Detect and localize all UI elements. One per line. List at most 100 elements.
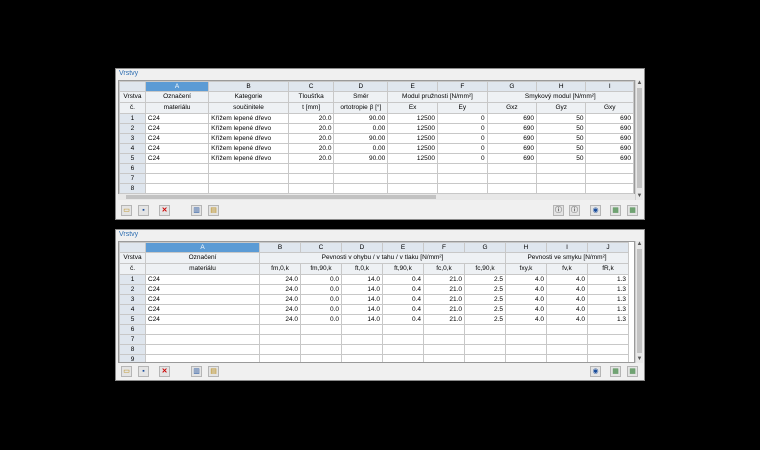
table-cell[interactable] — [536, 173, 587, 184]
table-cell[interactable]: 4.0 — [505, 274, 547, 285]
table-cell[interactable]: 4.0 — [505, 314, 547, 325]
table-row[interactable]: 2 C24 Křížem lepené dřevo 20.0 0.00 12500 0 690… — [119, 123, 634, 134]
table-row[interactable]: 1 C24 24.0 0.0 14.0 0.4 21.0 2.5 4.0 4.0 1.3 — [119, 274, 629, 285]
table-cell[interactable]: 0.4 — [382, 274, 424, 285]
table-cell[interactable] — [208, 173, 289, 184]
excel-export-icon[interactable]: ▦ — [610, 366, 621, 377]
table-cell[interactable] — [436, 163, 488, 174]
table-cell[interactable] — [464, 334, 506, 345]
scroll-up-icon[interactable]: ▲ — [636, 80, 643, 87]
library-icon[interactable]: ▥ — [191, 366, 202, 377]
table-cell[interactable] — [259, 354, 301, 362]
table-cell[interactable]: 690 — [486, 113, 538, 124]
table-cell[interactable] — [423, 334, 465, 345]
table-cell[interactable]: 12500 — [387, 153, 438, 164]
table-cell[interactable]: 24.0 — [259, 284, 301, 295]
col-letter[interactable]: C — [287, 81, 335, 92]
table-cell[interactable]: 50 — [536, 143, 587, 154]
table-row[interactable]: 6 — [119, 324, 629, 335]
table-cell[interactable]: 24.0 — [259, 294, 301, 305]
table-cell[interactable]: 1.3 — [587, 274, 629, 285]
table-cell[interactable] — [546, 344, 588, 355]
table-cell[interactable] — [145, 344, 260, 355]
table-cell[interactable]: 2.5 — [464, 284, 506, 295]
table-cell[interactable]: 14.0 — [341, 274, 383, 285]
table-cell[interactable]: 2.5 — [464, 294, 506, 305]
col-letter[interactable]: H — [536, 81, 587, 92]
col-letter[interactable]: E — [387, 81, 438, 92]
table-cell[interactable]: 20.0 — [287, 113, 335, 124]
row-number[interactable]: 4 — [119, 304, 146, 315]
table-cell[interactable]: 21.0 — [423, 304, 465, 315]
table-cell[interactable] — [259, 334, 301, 345]
table-cell[interactable] — [382, 354, 424, 362]
table-cell[interactable]: 4.0 — [546, 274, 588, 285]
col-letter[interactable]: I — [546, 242, 588, 253]
col-letter[interactable]: J — [587, 242, 629, 253]
table-cell[interactable] — [585, 173, 634, 184]
table-cell[interactable]: 1.3 — [587, 284, 629, 295]
table-cell[interactable]: 0 — [436, 133, 488, 144]
row-number[interactable]: 4 — [119, 143, 146, 154]
col-letter[interactable]: B — [208, 81, 289, 92]
table-cell[interactable] — [300, 324, 342, 335]
table-cell[interactable]: 4.0 — [546, 314, 588, 325]
scroll-down-icon[interactable]: ▼ — [636, 193, 643, 200]
table-cell[interactable] — [423, 344, 465, 355]
table-row[interactable]: 8 — [119, 344, 629, 355]
col-letter[interactable]: E — [382, 242, 424, 253]
table-cell[interactable]: 21.0 — [423, 314, 465, 325]
row-number[interactable]: 2 — [119, 284, 146, 295]
table-cell[interactable] — [505, 344, 547, 355]
table-cell[interactable]: C24 — [144, 153, 210, 164]
table-cell[interactable]: 24.0 — [259, 274, 301, 285]
table-cell[interactable]: 690 — [585, 113, 634, 124]
col-letter[interactable]: I — [585, 81, 634, 92]
col-letter[interactable]: D — [341, 242, 383, 253]
row-number[interactable]: 3 — [119, 294, 146, 305]
delete-icon[interactable]: ✕ — [159, 205, 170, 216]
table-cell[interactable]: 24.0 — [259, 304, 301, 315]
table-cell[interactable] — [259, 324, 301, 335]
row-number[interactable]: 7 — [119, 173, 146, 184]
table-cell[interactable]: 4.0 — [546, 294, 588, 305]
table-cell[interactable]: 24.0 — [259, 314, 301, 325]
table-row[interactable]: 7 — [119, 334, 629, 345]
table-cell[interactable]: 21.0 — [423, 284, 465, 295]
table-cell[interactable]: C24 — [144, 143, 210, 154]
table-cell[interactable]: 1.3 — [587, 294, 629, 305]
col-letter[interactable]: G — [464, 242, 506, 253]
table-cell[interactable]: 14.0 — [341, 304, 383, 315]
table-cell[interactable] — [144, 183, 210, 194]
table-row[interactable]: 8 — [119, 183, 634, 194]
row-number[interactable]: 9 — [119, 354, 146, 362]
table-cell[interactable]: 21.0 — [423, 294, 465, 305]
info-icon[interactable]: ⓘ — [553, 205, 564, 216]
table-cell[interactable] — [423, 354, 465, 362]
table-cell[interactable]: 0.00 — [333, 123, 389, 134]
table-row[interactable]: 4 C24 24.0 0.0 14.0 0.4 21.0 2.5 4.0 4.0 1.3 — [119, 304, 629, 315]
table-cell[interactable]: 4.0 — [546, 284, 588, 295]
table-cell[interactable] — [436, 183, 488, 194]
table-cell[interactable]: 690 — [486, 133, 538, 144]
table-cell[interactable]: 12500 — [387, 133, 438, 144]
table-cell[interactable]: 50 — [536, 113, 587, 124]
col-letter[interactable]: F — [436, 81, 488, 92]
table-cell[interactable]: C24 — [145, 284, 260, 295]
row-number[interactable]: 3 — [119, 133, 146, 144]
table-cell[interactable]: 20.0 — [287, 143, 335, 154]
table-cell[interactable]: Křížem lepené dřevo — [208, 153, 289, 164]
horizontal-scrollbar[interactable] — [118, 194, 635, 200]
table-cell[interactable]: 0.4 — [382, 314, 424, 325]
table-cell[interactable] — [436, 173, 488, 184]
table-cell[interactable] — [382, 324, 424, 335]
table-row[interactable]: 6 — [119, 163, 634, 174]
table-cell[interactable]: 4.0 — [546, 304, 588, 315]
table-cell[interactable]: 0.4 — [382, 284, 424, 295]
row-number[interactable]: 6 — [119, 324, 146, 335]
table-cell[interactable] — [464, 344, 506, 355]
table-cell[interactable]: 0 — [436, 143, 488, 154]
scroll-thumb[interactable] — [126, 195, 436, 199]
table-cell[interactable]: C24 — [145, 314, 260, 325]
table-cell[interactable]: 2.5 — [464, 274, 506, 285]
